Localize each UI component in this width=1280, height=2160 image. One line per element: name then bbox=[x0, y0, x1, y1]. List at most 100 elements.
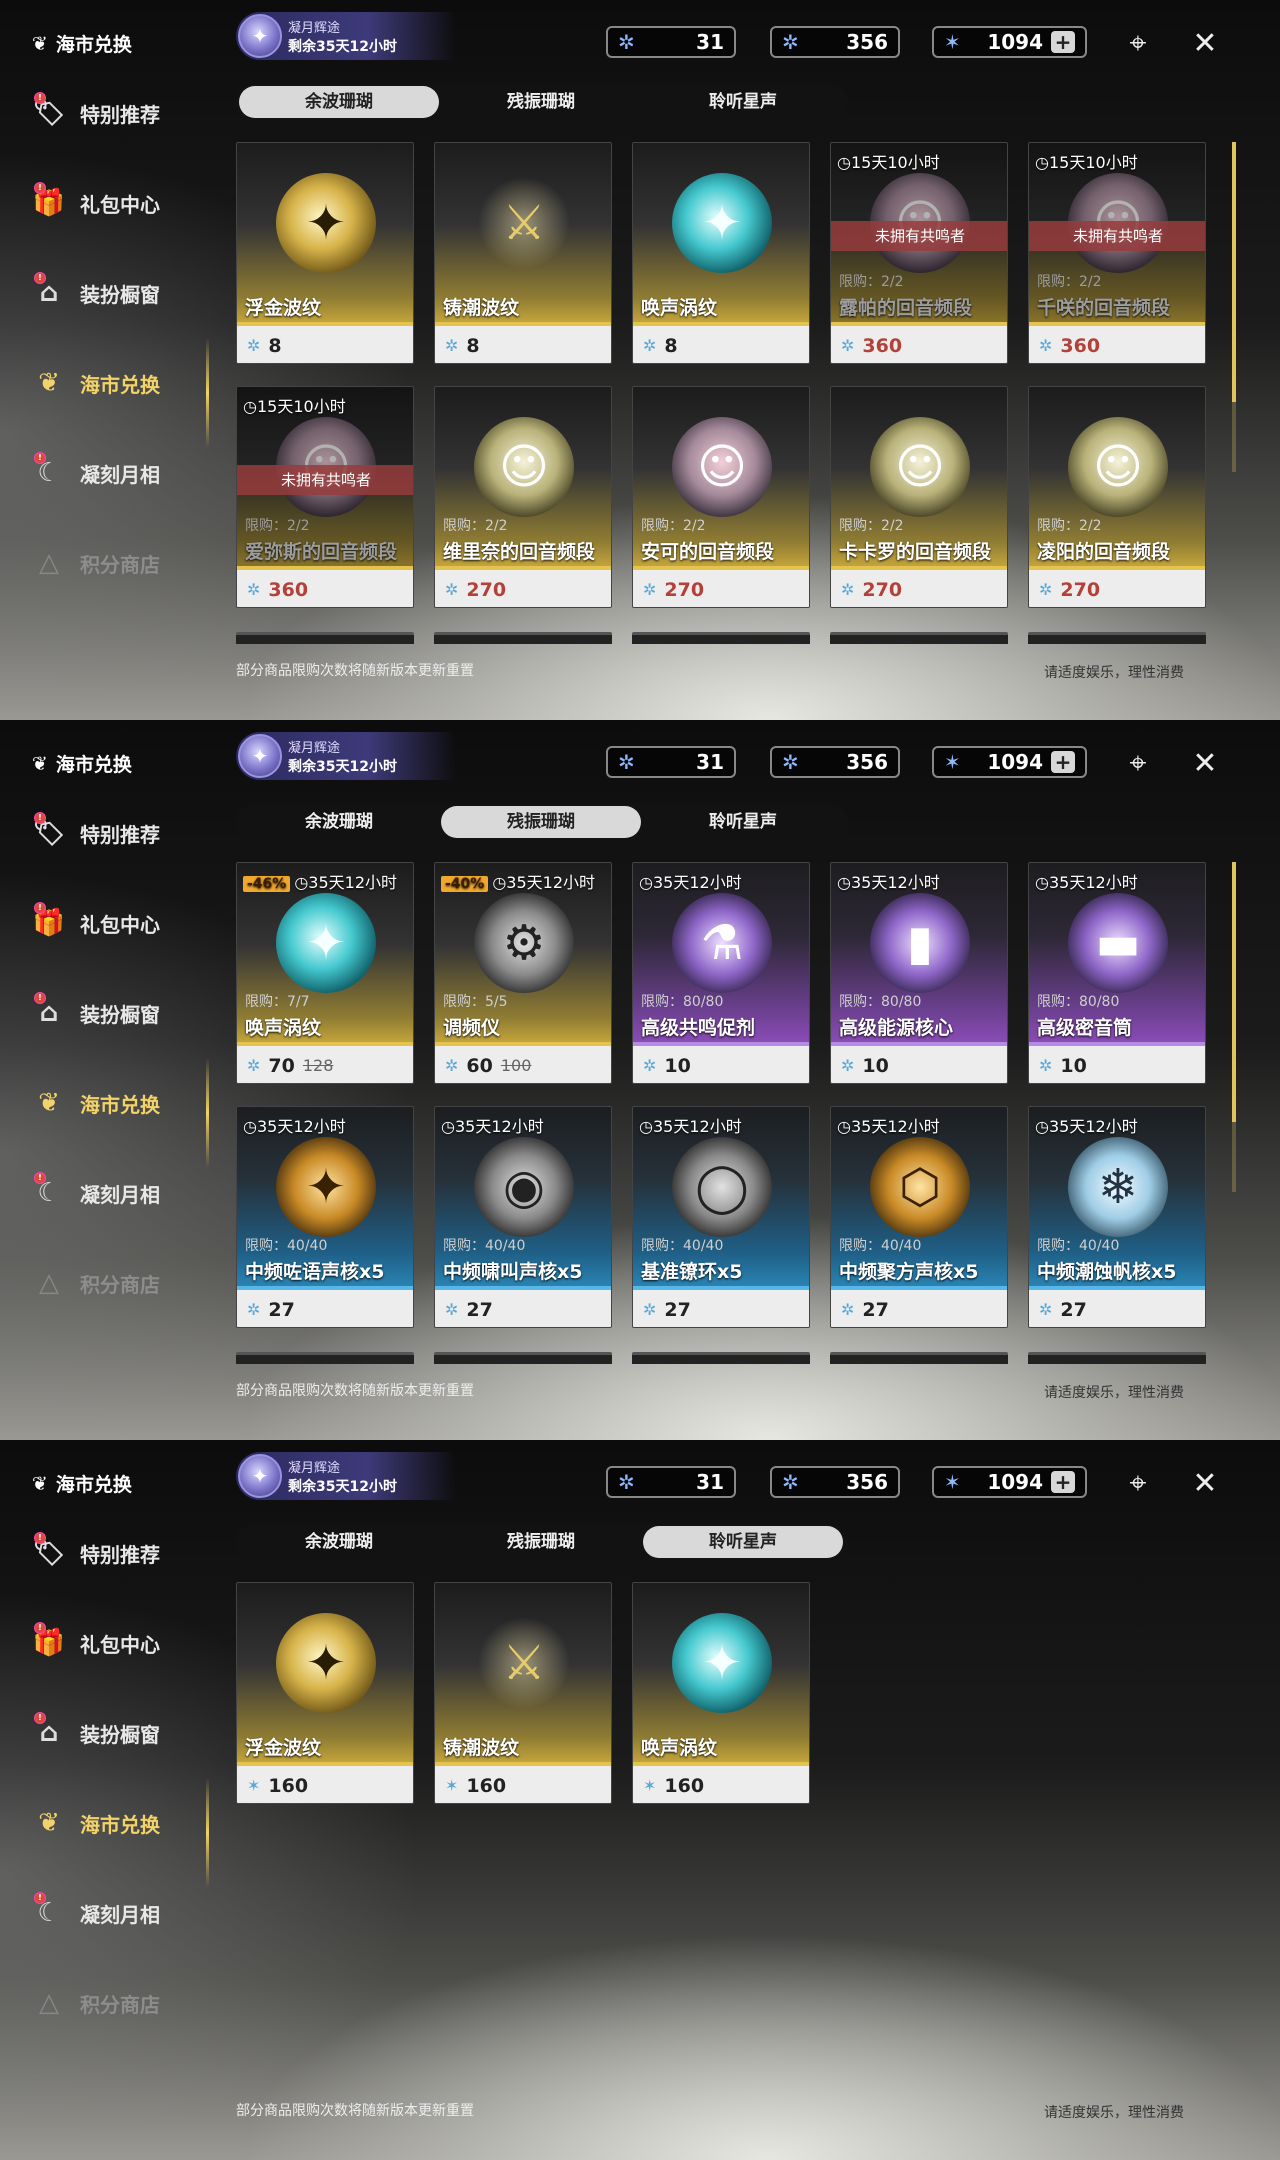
shop-item-card[interactable]: ✦ 浮金波纹 ✶ 160 bbox=[236, 1582, 414, 1804]
character-portrait-icon: ☺ bbox=[474, 417, 574, 517]
lustrous-tide-icon: ✶ bbox=[643, 1776, 657, 1795]
shop-item-card[interactable]: ⚔ 铸潮波纹 ✶ 160 bbox=[434, 1582, 612, 1804]
item-name: 卡卡罗的回音频段 bbox=[839, 541, 992, 563]
sidebar-item-exchange[interactable]: ❦ 海市兑换 bbox=[28, 1802, 160, 1844]
price-bar: ✲ 70 128 bbox=[237, 1046, 413, 1083]
notification-dot: ! bbox=[34, 1622, 46, 1634]
add-currency-button[interactable]: + bbox=[1051, 31, 1075, 53]
clock-icon: ◷ bbox=[837, 153, 851, 172]
item-price: 60 bbox=[466, 1054, 493, 1077]
sidebar-item-moon[interactable]: ☾! 凝刻月相 bbox=[28, 1172, 160, 1214]
purchase-limit: 限购：2/2 bbox=[443, 518, 508, 534]
shop-item-card[interactable]: ◉ ◷35天12小时 限购：40/40 中频啸叫声核x5 ✲ 27 bbox=[434, 1106, 612, 1328]
close-icon[interactable]: ✕ bbox=[1185, 24, 1225, 64]
price-bar: ✲ 360 bbox=[237, 570, 413, 607]
clock-icon: ◷ bbox=[837, 873, 851, 892]
event-remaining: 剩余35天12小时 bbox=[288, 759, 397, 775]
target-icon[interactable]: ⌖ bbox=[1118, 1464, 1158, 1504]
sidebar-item-points[interactable]: △ 积分商店 bbox=[28, 1262, 160, 1304]
item-price: 160 bbox=[466, 1774, 507, 1797]
tab-oscillated-coral[interactable]: 残振珊瑚 bbox=[441, 86, 641, 118]
item-name: 铸潮波纹 bbox=[443, 1737, 520, 1759]
sidebar-title: ❦ 海市兑换 bbox=[32, 752, 132, 777]
item-name: 维里奈的回音频段 bbox=[443, 541, 596, 563]
character-portrait-icon: ☺ bbox=[1068, 417, 1168, 517]
tab-star-listening[interactable]: 聆听星声 bbox=[643, 1526, 843, 1558]
sidebar-item-outfit[interactable]: ⌂! 装扮橱窗 bbox=[28, 272, 160, 314]
shop-item-card[interactable]: ☺ 限购：2/2 卡卡罗的回音频段 ✲ 270 bbox=[830, 386, 1008, 608]
footer-advisory: 请适度娱乐，理性消费 bbox=[1044, 665, 1184, 681]
sidebar-item-points[interactable]: △ 积分商店 bbox=[28, 542, 160, 584]
tab-afterglow-coral[interactable]: 余波珊瑚 bbox=[239, 1526, 439, 1558]
sidebar-item-outfit[interactable]: ⌂! 装扮橱窗 bbox=[28, 1712, 160, 1754]
shop-item-card[interactable]: ▮ ◷35天12小时 限购：80/80 高级能源核心 ✲ 10 bbox=[830, 862, 1008, 1084]
item-price: 27 bbox=[1060, 1298, 1087, 1321]
target-icon[interactable]: ⌖ bbox=[1118, 24, 1158, 64]
sidebar-item-outfit[interactable]: ⌂! 装扮橱窗 bbox=[28, 992, 160, 1034]
shop-item-card[interactable]: ☺ 限购：2/2 安可的回音频段 ✲ 270 bbox=[632, 386, 810, 608]
price-bar: ✶ 160 bbox=[435, 1766, 611, 1803]
vortex-ripple-icon: ✦ bbox=[672, 1613, 772, 1713]
currency-oscillated: ✲ 356 bbox=[770, 26, 900, 58]
event-badge[interactable]: ✦ 凝月辉途 剩余35天12小时 bbox=[236, 732, 456, 780]
shop-item-card[interactable]: ✦ 唤声涡纹 ✲ 8 bbox=[632, 142, 810, 364]
sidebar-item-exchange[interactable]: ❦ 海市兑换 bbox=[28, 362, 160, 404]
tab-star-listening[interactable]: 聆听星声 bbox=[643, 86, 843, 118]
outfit-icon: ⌂! bbox=[28, 272, 70, 314]
shop-item-card[interactable]: ☺ ◷15天10小时 未拥有共鸣者 限购：2/2 爱弥斯的回音频段 ✲360 bbox=[236, 386, 414, 608]
timer: ◷15天10小时 bbox=[837, 153, 940, 172]
shop-item-card[interactable]: ▬ ◷35天12小时 限购：80/80 高级密音筒 ✲ 10 bbox=[1028, 862, 1206, 1084]
clock-icon: ◷ bbox=[243, 1117, 257, 1136]
shop-item-card[interactable]: ☺ 限购：2/2 维里奈的回音频段 ✲ 270 bbox=[434, 386, 612, 608]
shop-item-card[interactable]: ⚙ -40% ◷35天12小时 限购：5/5 调频仪 ✲ 60 100 bbox=[434, 862, 612, 1084]
lustrous-tide-icon: ✶ bbox=[247, 1776, 261, 1795]
sidebar-item-featured[interactable]: 🏷! 特别推荐 bbox=[28, 92, 160, 134]
shop-item-card[interactable]: ⚔ 铸潮波纹 ✲ 8 bbox=[434, 142, 612, 364]
add-currency-button[interactable]: + bbox=[1051, 751, 1075, 773]
tab-oscillated-coral[interactable]: 残振珊瑚 bbox=[441, 1526, 641, 1558]
sidebar-item-featured[interactable]: 🏷! 特别推荐 bbox=[28, 812, 160, 854]
shop-item-card[interactable]: ✦ 唤声涡纹 ✶ 160 bbox=[632, 1582, 810, 1804]
shop-item-card[interactable]: ☺ 限购：2/2 凌阳的回音频段 ✲ 270 bbox=[1028, 386, 1206, 608]
item-name: 中频啸叫声核x5 bbox=[443, 1261, 583, 1283]
target-icon[interactable]: ⌖ bbox=[1118, 744, 1158, 784]
tab-star-listening[interactable]: 聆听星声 bbox=[643, 806, 843, 838]
item-price: 27 bbox=[862, 1298, 889, 1321]
tab-afterglow-coral[interactable]: 余波珊瑚 bbox=[239, 806, 439, 838]
afterglow-coral-icon: ✲ bbox=[643, 580, 657, 599]
event-badge[interactable]: ✦ 凝月辉途 剩余35天12小时 bbox=[236, 12, 456, 60]
tab-afterglow-coral[interactable]: 余波珊瑚 bbox=[239, 86, 439, 118]
sidebar-active-indicator bbox=[206, 1058, 209, 1168]
scrollbar-thumb[interactable] bbox=[1232, 142, 1236, 402]
close-icon[interactable]: ✕ bbox=[1185, 744, 1225, 784]
shop-item-card[interactable]: ✦ 浮金波纹 ✲ 8 bbox=[236, 142, 414, 364]
sidebar-item-exchange[interactable]: ❦ 海市兑换 bbox=[28, 1082, 160, 1124]
shop-item-card[interactable]: ⬡ ◷35天12小时 限购：40/40 中频聚方声核x5 ✲ 27 bbox=[830, 1106, 1008, 1328]
notification-dot: ! bbox=[34, 992, 46, 1004]
scrollbar-thumb[interactable] bbox=[1232, 862, 1236, 1122]
sidebar-item-points[interactable]: △ 积分商店 bbox=[28, 1982, 160, 2024]
tab-oscillated-coral[interactable]: 残振珊瑚 bbox=[441, 806, 641, 838]
sidebar-item-gift[interactable]: 🎁! 礼包中心 bbox=[28, 182, 160, 224]
event-orb-icon: ✦ bbox=[238, 734, 282, 778]
add-currency-button[interactable]: + bbox=[1051, 1471, 1075, 1493]
energy-core-icon: ▮ bbox=[870, 893, 970, 993]
sidebar-item-featured[interactable]: 🏷! 特别推荐 bbox=[28, 1532, 160, 1574]
event-badge[interactable]: ✦ 凝月辉途 剩余35天12小时 bbox=[236, 1452, 456, 1500]
shop-item-card[interactable]: ✦ -46% ◷35天12小时 限购：7/7 唤声涡纹 ✲ 70 128 bbox=[236, 862, 414, 1084]
shop-item-card[interactable]: ◯ ◷35天12小时 限购：40/40 基准镣环x5 ✲ 27 bbox=[632, 1106, 810, 1328]
shop-item-card[interactable]: ☺ ◷15天10小时 未拥有共鸣者 限购：2/2 千咲的回音频段 ✲360 bbox=[1028, 142, 1206, 364]
shop-item-card[interactable]: ❄ ◷35天12小时 限购：40/40 中频潮蚀帆核x5 ✲ 27 bbox=[1028, 1106, 1206, 1328]
sidebar-item-moon[interactable]: ☾! 凝刻月相 bbox=[28, 452, 160, 494]
shop-item-card[interactable]: ✦ ◷35天12小时 限购：40/40 中频咗语声核x5 ✲ 27 bbox=[236, 1106, 414, 1328]
sidebar-item-moon[interactable]: ☾! 凝刻月相 bbox=[28, 1892, 160, 1934]
close-icon[interactable]: ✕ bbox=[1185, 1464, 1225, 1504]
currency-afterglow: ✲ 31 bbox=[606, 746, 736, 778]
shop-item-card[interactable]: ☺ ◷15天10小时 未拥有共鸣者 限购：2/2 露帕的回音频段 ✲360 bbox=[830, 142, 1008, 364]
event-orb-icon: ✦ bbox=[238, 14, 282, 58]
shop-item-card[interactable]: ⚗ ◷35天12小时 限购：80/80 高级共鸣促剂 ✲ 10 bbox=[632, 862, 810, 1084]
sidebar-item-gift[interactable]: 🎁! 礼包中心 bbox=[28, 902, 160, 944]
notification-dot: ! bbox=[34, 452, 46, 464]
original-price: 128 bbox=[302, 1056, 334, 1075]
sidebar-item-gift[interactable]: 🎁! 礼包中心 bbox=[28, 1622, 160, 1664]
